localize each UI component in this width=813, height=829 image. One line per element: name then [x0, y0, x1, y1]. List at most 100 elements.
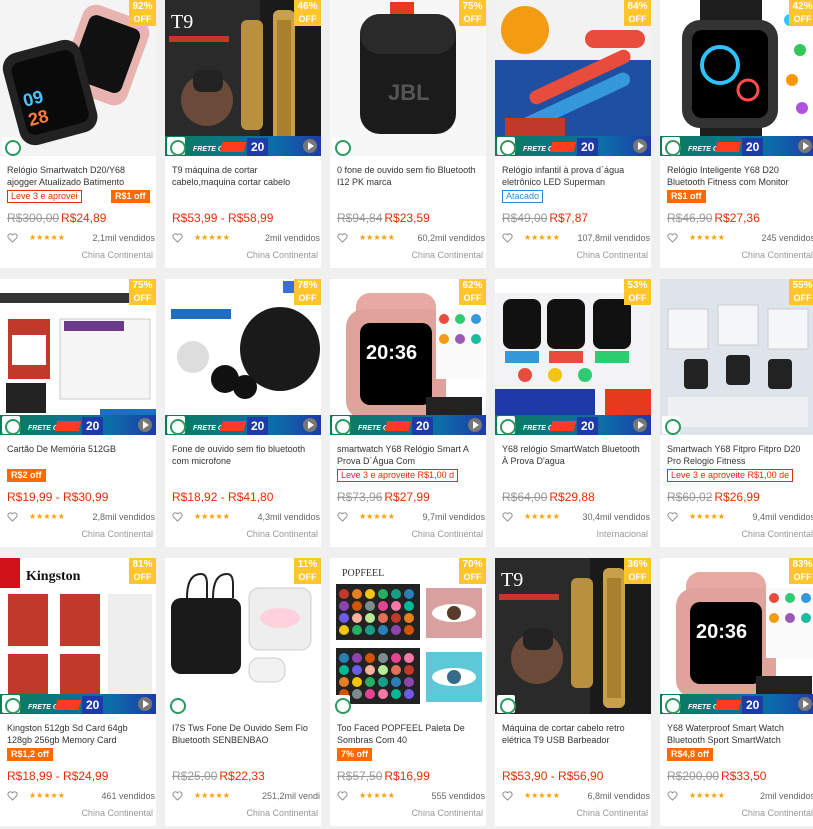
product-image[interactable]: 11% OFF	[165, 558, 321, 714]
product-image[interactable]: POPFEEL 70% OFF	[330, 558, 486, 714]
product-card[interactable]: T9 36% OFF Máquina de cortar cabelo retro e…	[495, 558, 651, 826]
heart-icon[interactable]	[667, 791, 678, 801]
product-card[interactable]: 20:36 83% OFF FRETE GRÁTIS 20 Y68 Waterproof …	[660, 558, 813, 826]
product-card[interactable]: JBL 75% OFF 0 fone de ouvido sem fio Blueto…	[330, 0, 486, 268]
product-image[interactable]: 42% OFF FRETE GRÁTIS 20	[660, 0, 813, 156]
play-video-icon[interactable]	[798, 697, 812, 711]
product-image[interactable]: JBL 75% OFF	[330, 0, 486, 156]
product-title[interactable]: Relógio Inteligente Y68 D20 Bluetooth Fi…	[667, 164, 813, 188]
product-grid: 09 28 92% OFF Relógio Smartwatch D20/Y68 ajo…	[0, 0, 813, 829]
play-video-icon[interactable]	[468, 418, 482, 432]
current-price: R$27,36	[714, 211, 760, 225]
play-video-icon[interactable]	[633, 418, 647, 432]
product-title[interactable]: 0 fone de ouvido sem fio Bluetooth I12 P…	[337, 164, 483, 188]
product-image[interactable]: 09 28 92% OFF	[0, 0, 156, 156]
heart-icon[interactable]	[337, 791, 348, 801]
product-title[interactable]: Cartão De Memória 512GB	[7, 443, 153, 467]
price: R$53,99 - R$58,99	[172, 211, 273, 225]
rating-row: ★★★★★ 30,4mil vendidos	[502, 512, 650, 524]
original-price: R$64,00	[502, 490, 548, 504]
ships-from: Internacional	[596, 529, 648, 539]
price: R$53,90 - R$56,90	[502, 769, 603, 783]
product-title[interactable]: Kingston 512gb Sd Card 64gb 128gb 256gb …	[7, 722, 153, 746]
product-title[interactable]: Y68 Waterproof Smart Watch Bluetooth Spo…	[667, 722, 813, 746]
product-card[interactable]: 78% OFF FRETE GRÁTIS 20 Fone de ouvido sem f…	[165, 279, 321, 547]
product-image[interactable]: 20:36 83% OFF FRETE GRÁTIS 20	[660, 558, 813, 714]
play-video-icon[interactable]	[798, 139, 812, 153]
play-video-icon[interactable]	[303, 139, 317, 153]
product-image[interactable]: Kingston 81% OFF FRETE GRÁTIS 20	[0, 558, 156, 714]
heart-icon[interactable]	[172, 791, 183, 801]
rating-row: ★★★★★ 107,8mil vendidos	[502, 233, 650, 245]
play-video-icon[interactable]	[633, 139, 647, 153]
product-title[interactable]: Y68 relógio SmartWatch Bluetooth À Prova…	[502, 443, 648, 467]
heart-icon[interactable]	[502, 512, 513, 522]
heart-icon[interactable]	[337, 512, 348, 522]
heart-icon[interactable]	[502, 791, 513, 801]
sold-count: 4,3mil vendidos	[257, 512, 320, 522]
current-price: R$29,88	[549, 490, 595, 504]
product-image[interactable]: 55% OFF	[660, 279, 813, 435]
product-image[interactable]: 84% OFF FRETE GRÁTIS 20	[495, 0, 651, 156]
product-image[interactable]: 53% OFF FRETE GRÁTIS 20	[495, 279, 651, 435]
heart-icon[interactable]	[172, 512, 183, 522]
price: R$94,84 R$23,59	[337, 211, 430, 225]
shop-logo-icon	[662, 695, 681, 714]
heart-icon[interactable]	[7, 512, 18, 522]
product-card[interactable]: 75% OFF FRETE GRÁTIS 20 Cartão De Memória 51…	[0, 279, 156, 547]
product-image[interactable]: 78% OFF FRETE GRÁTIS 20	[165, 279, 321, 435]
rating-row: ★★★★★ 2,8mil vendidos	[7, 512, 155, 524]
product-card[interactable]: 11% OFF I7S Tws Fone De Ouvido Sem Fio Blu…	[165, 558, 321, 826]
star-rating: ★★★★★	[689, 233, 725, 242]
product-card[interactable]: 42% OFF FRETE GRÁTIS 20 Relógio Inteligente …	[660, 0, 813, 268]
product-image[interactable]: T9 46% OFF FRETE GRÁTIS 20	[165, 0, 321, 156]
product-title[interactable]: Too Faced POPFEEL Paleta De Sombras Com …	[337, 722, 483, 746]
product-title[interactable]: Relógio infantil à prova d`água eletrôni…	[502, 164, 648, 188]
heart-icon[interactable]	[337, 233, 348, 243]
sold-count: 555 vendidos	[431, 791, 485, 801]
star-rating: ★★★★★	[194, 512, 230, 521]
promo-badge: Leve 3 e aproveite R$1,00 de	[667, 469, 794, 482]
svg-text:T9: T9	[171, 11, 193, 33]
current-price: R$18,99 - R$24,99	[7, 769, 109, 783]
product-title[interactable]: Smartwach Y68 Fitpro Fitpro D20 Pro Relo…	[667, 443, 813, 467]
product-card[interactable]: 84% OFF FRETE GRÁTIS 20 Relógio infantil à p…	[495, 0, 651, 268]
product-image[interactable]: 75% OFF FRETE GRÁTIS 20	[0, 279, 156, 435]
product-card[interactable]: POPFEEL 70% OFF Too Faced POPFEEL Paleta De…	[330, 558, 486, 826]
coupon-tag	[384, 421, 412, 431]
heart-icon[interactable]	[7, 791, 18, 801]
star-rating: ★★★★★	[29, 512, 65, 521]
product-title[interactable]: I7S Tws Fone De Ouvido Sem Fio Bluetooth…	[172, 722, 318, 746]
product-card[interactable]: 09 28 92% OFF Relógio Smartwatch D20/Y68 ajo…	[0, 0, 156, 268]
play-video-icon[interactable]	[138, 418, 152, 432]
heart-icon[interactable]	[7, 233, 18, 243]
play-video-icon[interactable]	[303, 418, 317, 432]
product-card[interactable]: 55% OFF Smartwach Y68 Fitpro Fitpro D20 Pr…	[660, 279, 813, 547]
coupon-value: 20	[577, 417, 599, 435]
ships-from: China Continental	[246, 529, 318, 539]
product-title[interactable]: smartwatch Y68 Relógio Smart A Prova D´Á…	[337, 443, 483, 467]
original-price: R$200,00	[667, 769, 720, 783]
product-image[interactable]: 20:36 62% OFF FRETE GRÁTIS 20	[330, 279, 486, 435]
product-card[interactable]: 20:36 62% OFF FRETE GRÁTIS 20 smartwatch Y68 …	[330, 279, 486, 547]
product-card[interactable]: Kingston 81% OFF FRETE GRÁTIS 20 Kingston 512…	[0, 558, 156, 826]
shop-logo-icon	[167, 416, 186, 435]
heart-icon[interactable]	[502, 233, 513, 243]
discount-badge: 62% OFF	[459, 279, 486, 305]
heart-icon[interactable]	[667, 512, 678, 522]
heart-icon[interactable]	[667, 233, 678, 243]
product-card[interactable]: T9 46% OFF FRETE GRÁTIS 20 T9 máquina de cort…	[165, 0, 321, 268]
product-title[interactable]: Fone de ouvido sem fio bluetooth com mic…	[172, 443, 318, 467]
play-video-icon[interactable]	[138, 697, 152, 711]
image-overlay	[165, 694, 321, 714]
product-image[interactable]: T9 36% OFF	[495, 558, 651, 714]
ships-from: China Continental	[81, 250, 153, 260]
svg-text:JBL: JBL	[388, 80, 430, 105]
product-title[interactable]: T9 máquina de cortar cabelo,maquina cort…	[172, 164, 318, 188]
product-title[interactable]: Relógio Smartwatch D20/Y68 ajogger Atual…	[7, 164, 153, 188]
current-price: R$22,33	[219, 769, 265, 783]
sold-count: 245 vendidos	[761, 233, 813, 243]
heart-icon[interactable]	[172, 233, 183, 243]
product-title[interactable]: Máquina de cortar cabelo retro elétrica …	[502, 722, 648, 746]
product-card[interactable]: 53% OFF FRETE GRÁTIS 20 Y68 relógio SmartWat…	[495, 279, 651, 547]
